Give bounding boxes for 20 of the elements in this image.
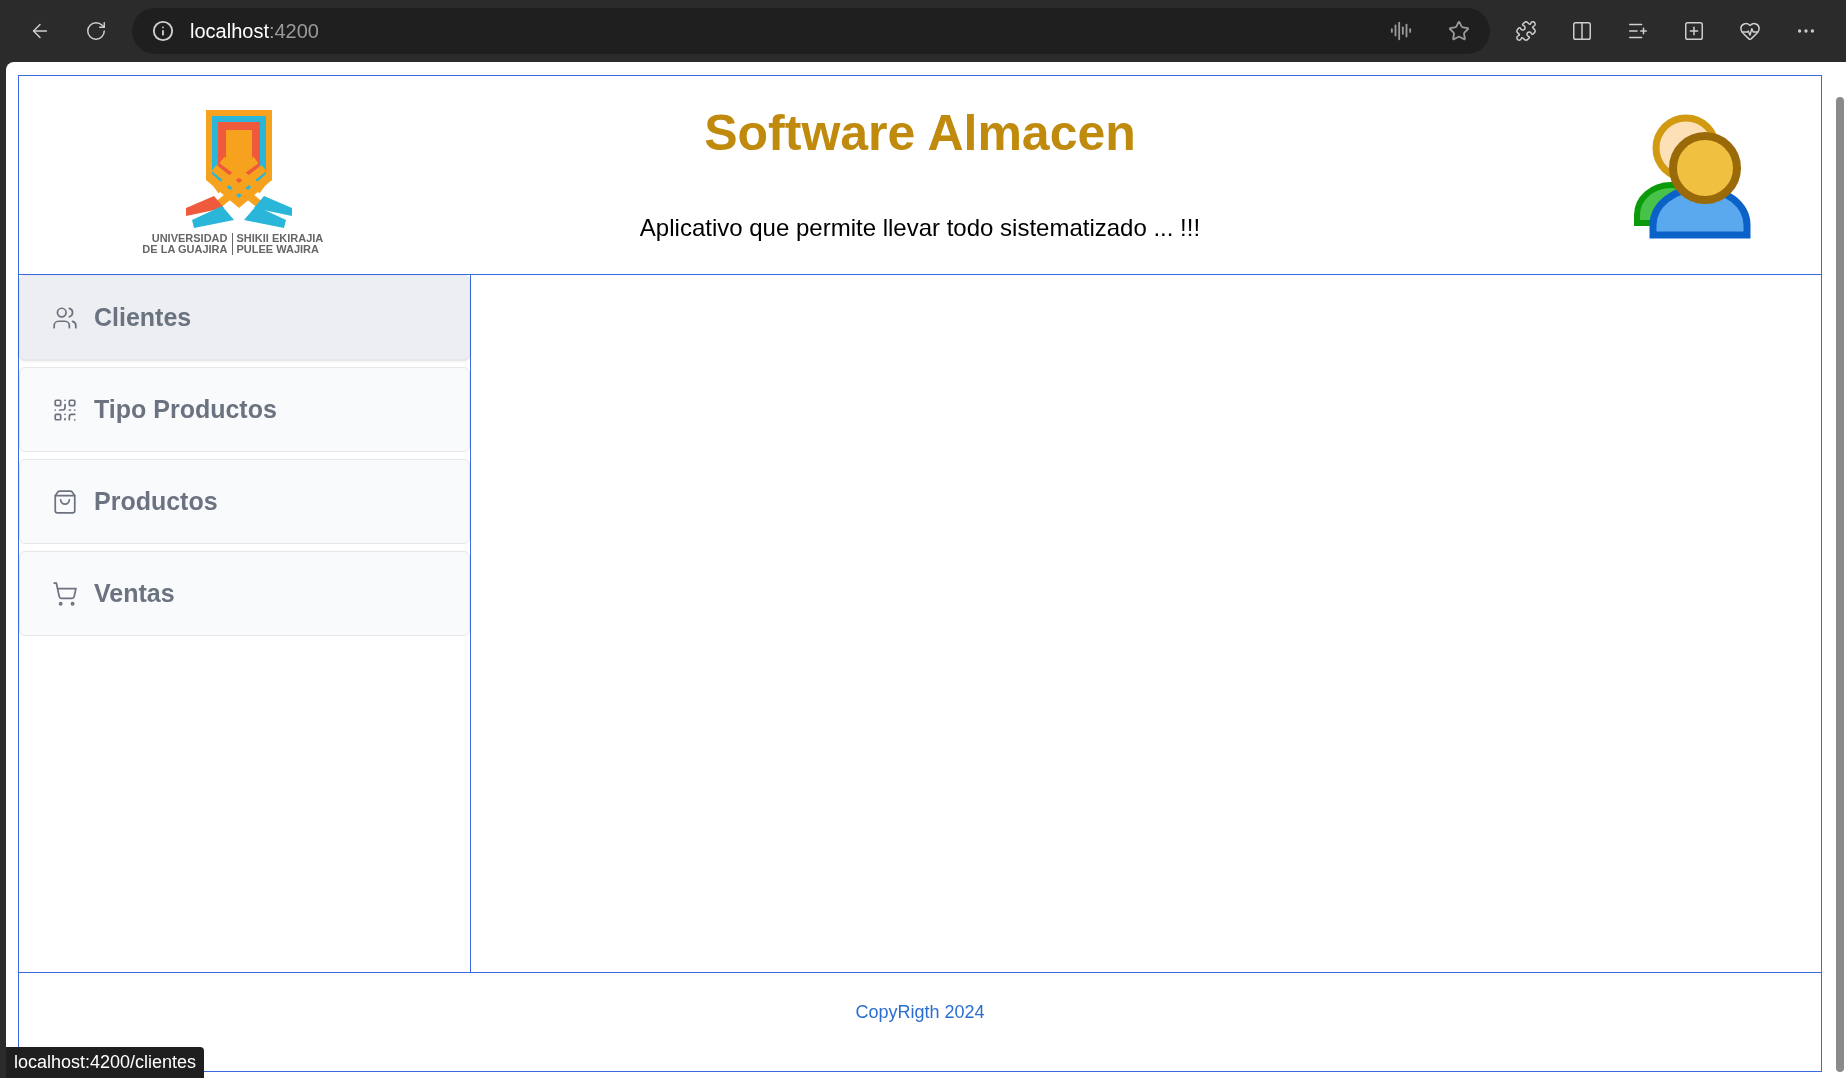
app-subtitle: Aplicativo que permite llevar todo sistematizado ... !!!: [639, 213, 1201, 243]
sidebar-item[interactable]: Tipo Productos: [19, 367, 470, 452]
sidebar-item[interactable]: Ventas: [19, 551, 470, 636]
logo-text: DE LA GUAJIRA: [141, 243, 228, 255]
info-icon[interactable]: [152, 20, 174, 42]
logo-text: PULEE WAJIRA: [236, 243, 320, 255]
shopping-bag-icon: [52, 488, 78, 515]
logo-text: SHIKII EKIRAJIA: [236, 232, 325, 244]
url-text: localhost:4200: [190, 19, 319, 44]
star-icon[interactable]: [1448, 20, 1470, 42]
status-bar-url: localhost:4200/clientes: [6, 1047, 205, 1078]
app-title: Software Almacen: [704, 108, 1136, 158]
qr-grid-icon: [52, 396, 78, 423]
address-bar[interactable]: localhost:4200: [132, 8, 1490, 54]
logo-text: UNIVERSIDAD: [150, 232, 228, 244]
copyright-text: CopyRigth 2024: [855, 1001, 985, 1024]
shopping-cart-icon: [52, 580, 78, 607]
sidebar-item[interactable]: Productos: [19, 459, 470, 544]
users-icon: [52, 304, 78, 331]
sidebar-item[interactable]: Clientes: [19, 275, 470, 360]
